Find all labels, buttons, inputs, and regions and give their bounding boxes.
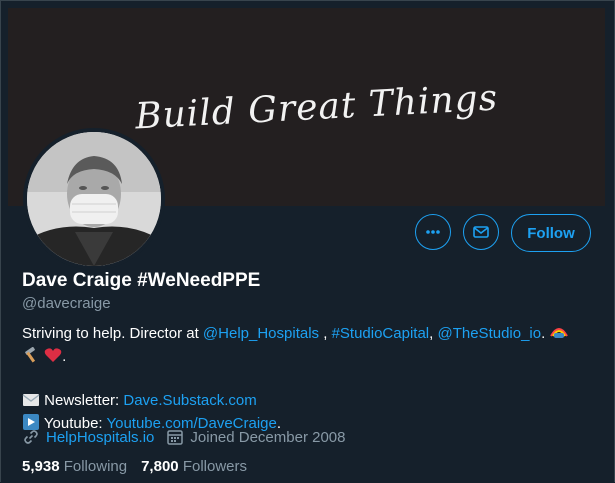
red-heart-emoji-icon bbox=[44, 347, 62, 369]
bio-spacer bbox=[22, 369, 592, 390]
more-icon bbox=[426, 230, 440, 234]
following-label: Following bbox=[63, 458, 128, 475]
bio-period: . bbox=[62, 348, 67, 365]
website-item[interactable]: HelpHospitals.io bbox=[22, 428, 154, 446]
rainbow-car-emoji-icon bbox=[549, 324, 569, 346]
banner-lettering: Build Great Things bbox=[134, 77, 499, 137]
follow-button[interactable]: Follow bbox=[511, 214, 591, 252]
following-count: 5,938 bbox=[22, 458, 60, 475]
more-button[interactable] bbox=[415, 214, 451, 250]
avatar[interactable] bbox=[23, 128, 165, 270]
following-stat[interactable]: 5,938 Following bbox=[22, 458, 127, 475]
hashtag-studio-capital[interactable]: #StudioCapital bbox=[332, 325, 430, 342]
bio-line-2: . bbox=[22, 346, 592, 369]
display-name: Dave Craige #WeNeedPPE bbox=[22, 270, 261, 291]
bio-separator: . bbox=[541, 325, 550, 342]
mention-thestudio[interactable]: @TheStudio_io bbox=[437, 325, 541, 342]
website-link[interactable]: HelpHospitals.io bbox=[46, 429, 154, 446]
profile-bio: Striving to help. Director at @Help_Hosp… bbox=[22, 323, 592, 436]
bio-newsletter-line: Newsletter: Dave.Substack.com bbox=[22, 390, 592, 413]
bio-line-1: Striving to help. Director at @Help_Hosp… bbox=[22, 323, 592, 346]
followers-count: 7,800 bbox=[141, 458, 179, 475]
mention-help-hospitals[interactable]: @Help_Hospitals bbox=[203, 325, 319, 342]
newsletter-link[interactable]: Dave.Substack.com bbox=[123, 392, 256, 409]
joined-date: Joined December 2008 bbox=[190, 428, 346, 446]
newsletter-label: Newsletter: bbox=[44, 392, 124, 409]
followers-stat[interactable]: 7,800 Followers bbox=[141, 458, 247, 475]
bio-separator: , bbox=[319, 325, 332, 342]
profile-meta: HelpHospitals.io Joined December 2008 bbox=[22, 428, 346, 446]
envelope-emoji-icon bbox=[22, 392, 40, 413]
profile-stats: 5,938 Following 7,800 Followers bbox=[22, 458, 247, 475]
link-icon bbox=[24, 430, 38, 444]
joined-item: Joined December 2008 bbox=[166, 428, 346, 446]
message-button[interactable] bbox=[463, 214, 499, 250]
bio-text: Striving to help. Director at bbox=[22, 325, 203, 342]
hammer-emoji-icon bbox=[22, 346, 40, 369]
profile-handle: @davecraige bbox=[22, 295, 111, 312]
calendar-icon bbox=[167, 430, 184, 445]
envelope-icon bbox=[473, 226, 489, 238]
followers-label: Followers bbox=[182, 458, 247, 475]
